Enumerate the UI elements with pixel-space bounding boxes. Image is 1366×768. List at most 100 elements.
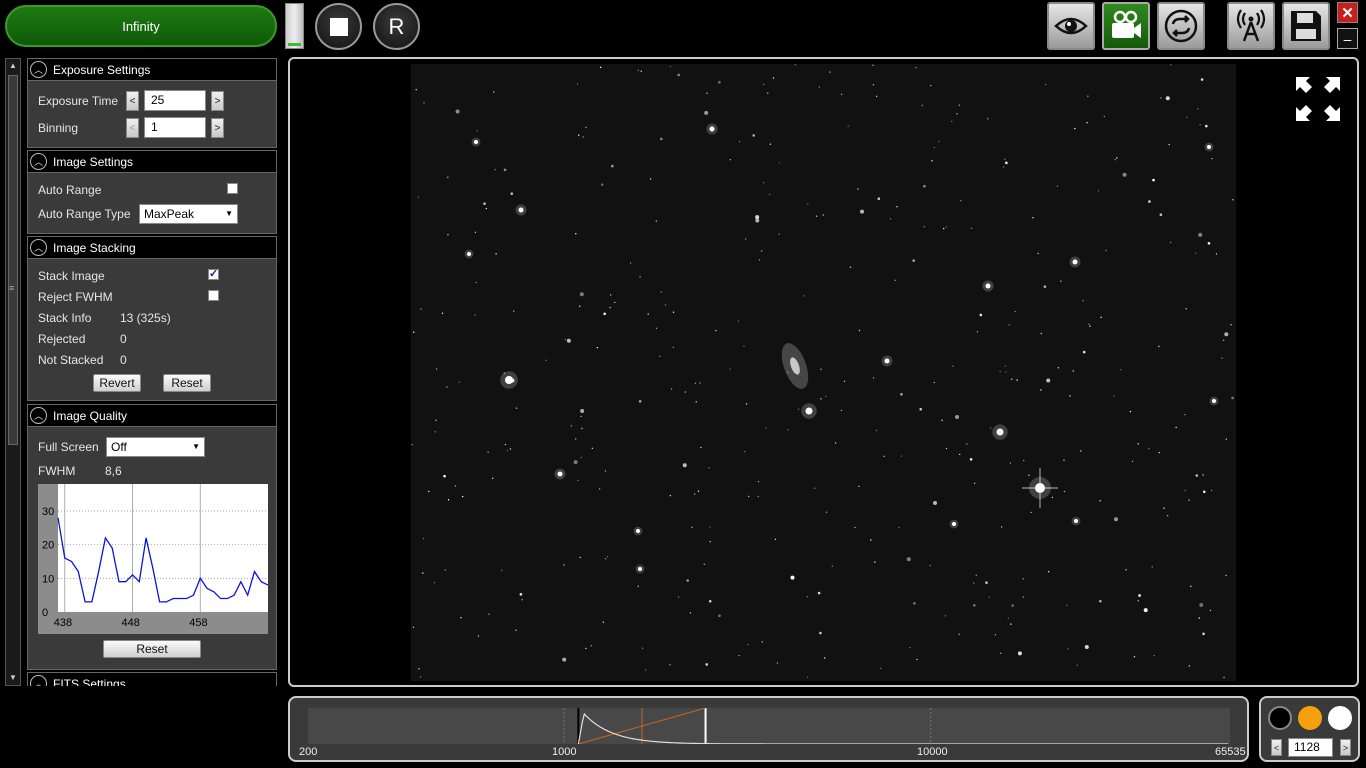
stretch-decrement-button[interactable]: < — [1271, 739, 1282, 756]
star — [825, 395, 827, 398]
star — [562, 657, 567, 662]
star — [1088, 323, 1090, 325]
star — [1211, 157, 1213, 160]
star — [843, 380, 846, 383]
star — [776, 662, 779, 664]
star — [1099, 500, 1101, 502]
star — [807, 203, 809, 205]
collapse-icon[interactable]: ︿ — [30, 675, 47, 686]
star — [1199, 603, 1204, 608]
white-point-dot[interactable] — [1328, 706, 1352, 730]
histogram-plot[interactable] — [308, 707, 1230, 745]
collapse-icon[interactable]: ︿ — [30, 61, 47, 78]
rejected-label: Rejected — [38, 332, 86, 346]
star — [1188, 665, 1191, 667]
scroll-up-icon[interactable]: ▲ — [6, 59, 20, 73]
star — [820, 398, 822, 400]
star — [1014, 310, 1016, 313]
star — [1040, 332, 1042, 335]
scroll-down-icon[interactable]: ▼ — [6, 671, 20, 685]
exposure-time-decrement-button[interactable]: < — [126, 91, 139, 111]
full-screen-value: Off — [111, 440, 127, 454]
revert-button[interactable]: Revert — [93, 374, 141, 392]
binning-decrement-button[interactable]: < — [126, 118, 139, 138]
star — [1184, 489, 1186, 492]
star — [1051, 496, 1054, 499]
full-screen-select[interactable]: Off ▼ — [106, 437, 205, 457]
binning-input[interactable]: 1 — [144, 117, 206, 138]
star — [824, 657, 826, 659]
star — [806, 676, 809, 678]
collapse-icon[interactable]: ︿ — [30, 239, 47, 256]
star — [446, 386, 448, 388]
star — [563, 564, 565, 566]
image-viewport[interactable] — [288, 57, 1359, 687]
star — [487, 451, 489, 454]
star — [847, 125, 849, 127]
star — [575, 233, 577, 235]
collapse-icon[interactable]: ︿ — [30, 153, 47, 170]
image-settings-header[interactable]: ︿ Image Settings — [28, 151, 276, 173]
midtone-dot[interactable] — [1298, 706, 1322, 730]
quality-reset-button[interactable]: Reset — [103, 640, 201, 658]
star — [930, 84, 932, 87]
star — [417, 196, 420, 198]
star — [609, 306, 611, 309]
star — [872, 84, 875, 86]
star — [955, 415, 960, 420]
save-button[interactable] — [1282, 2, 1330, 50]
collapse-icon[interactable]: ︿ — [30, 407, 47, 424]
star — [849, 266, 852, 268]
black-point-dot[interactable] — [1268, 706, 1292, 730]
auto-range-checkbox[interactable] — [227, 183, 238, 194]
binning-increment-button[interactable]: > — [211, 118, 224, 138]
star — [921, 104, 923, 107]
broadcast-button[interactable] — [1227, 2, 1275, 50]
stop-button[interactable] — [315, 3, 362, 50]
camera-icon — [1112, 10, 1141, 38]
star — [906, 557, 911, 562]
star — [1022, 596, 1025, 598]
star — [677, 596, 680, 598]
camera-button[interactable] — [1102, 2, 1150, 50]
stack-reset-button[interactable]: Reset — [163, 374, 211, 392]
stack-image-label: Stack Image — [38, 269, 105, 283]
image-quality-header[interactable]: ︿ Image Quality — [28, 405, 276, 427]
exposure-settings-section: ︿ Exposure Settings Exposure Time < 25 > … — [27, 58, 277, 148]
loop-button[interactable] — [1157, 2, 1205, 50]
close-button[interactable]: ✕ — [1337, 2, 1358, 23]
star — [1202, 474, 1204, 476]
star — [596, 346, 599, 349]
exposure-settings-header[interactable]: ︿ Exposure Settings — [28, 59, 276, 81]
settings-scrollbar[interactable]: ▲ ≡ ▼ — [5, 58, 21, 686]
reject-fwhm-checkbox[interactable] — [208, 290, 219, 301]
stretch-increment-button[interactable]: > — [1340, 739, 1351, 756]
preview-button[interactable] — [1047, 2, 1095, 50]
exposure-time-increment-button[interactable]: > — [211, 91, 224, 111]
minimize-button[interactable]: – — [1337, 28, 1358, 49]
star — [447, 234, 449, 236]
star — [660, 291, 662, 293]
connection-status-button[interactable]: Infinity — [5, 5, 277, 47]
auto-range-type-select[interactable]: MaxPeak ▼ — [139, 204, 238, 224]
star — [752, 134, 756, 137]
star — [1223, 676, 1225, 679]
star — [474, 231, 477, 233]
section-title: FITS Settings — [53, 676, 126, 687]
image-stacking-header[interactable]: ︿ Image Stacking — [28, 237, 276, 259]
stretch-value-input[interactable]: 1128 — [1288, 738, 1333, 757]
stack-image-checkbox[interactable]: ✓ — [208, 269, 219, 280]
star — [787, 429, 789, 431]
star — [778, 233, 781, 235]
fits-settings-header[interactable]: ︿ FITS Settings — [28, 673, 276, 686]
exposure-time-input[interactable]: 25 — [144, 90, 206, 111]
histogram-label-min: 200 — [299, 746, 318, 758]
star-field-image[interactable] — [411, 63, 1236, 681]
scroll-thumb[interactable] — [8, 75, 18, 445]
star — [609, 294, 612, 296]
restart-button[interactable]: R — [373, 3, 420, 50]
expand-icon[interactable] — [1294, 75, 1342, 123]
star-field — [411, 63, 1234, 679]
star — [579, 292, 584, 297]
star — [585, 647, 587, 650]
